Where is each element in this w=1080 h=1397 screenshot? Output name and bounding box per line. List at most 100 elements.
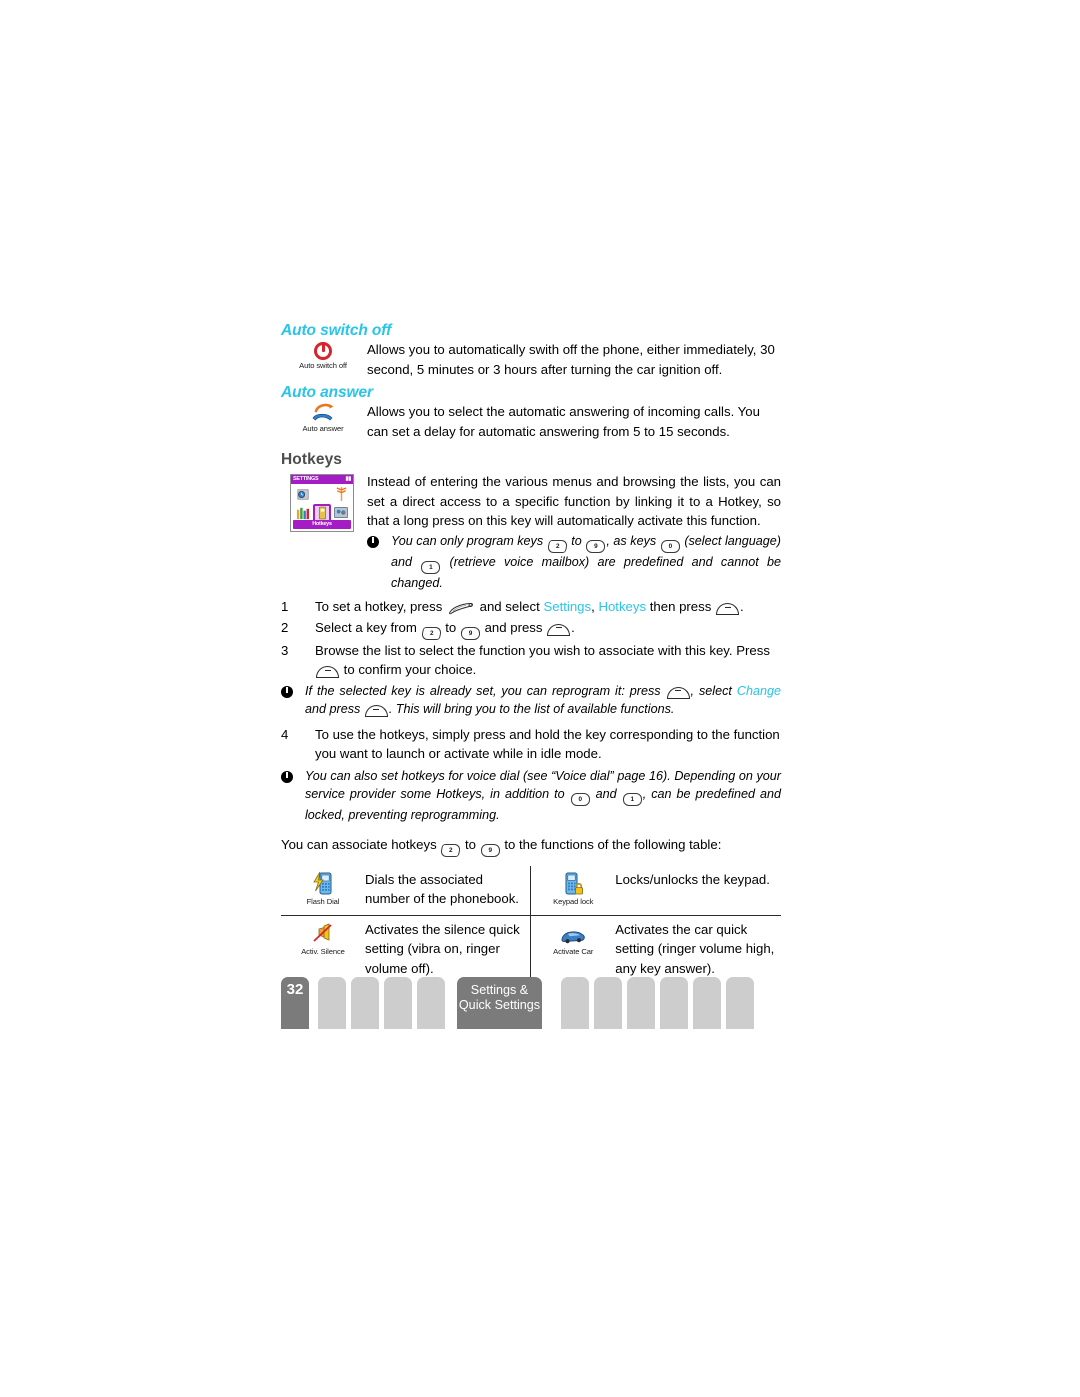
step-2-number: 2 bbox=[281, 619, 289, 635]
step-3-text-a: Browse the list to select the function y… bbox=[315, 642, 770, 658]
hotkeys-body-column: Instead of entering the various menus an… bbox=[367, 472, 781, 592]
footer-tab-2[interactable] bbox=[351, 977, 379, 1029]
auto-answer-body: Allows you to select the automatic answe… bbox=[367, 404, 760, 439]
table-intro-text-b: to bbox=[465, 836, 477, 852]
table-row: Activ. Silence Activates the silence qui… bbox=[281, 915, 781, 984]
activate-car-icon-cell: Activate Car bbox=[530, 915, 616, 984]
footer-tab-8[interactable] bbox=[627, 977, 655, 1029]
auto-answer-icon-cell: Auto answer bbox=[287, 402, 359, 433]
phone-screenshot-titlebar: SETTINGS ▮▮ bbox=[291, 475, 353, 484]
heading-auto-answer: Auto answer bbox=[281, 384, 373, 401]
attention-icon bbox=[281, 685, 293, 704]
note-2-link-change[interactable]: Change bbox=[737, 684, 781, 698]
note-1-text-c: , as keys bbox=[606, 533, 657, 548]
phone-screenshot-menu-grid bbox=[291, 484, 353, 522]
footer-tab-1[interactable] bbox=[318, 977, 346, 1029]
page-number-tab: 32 bbox=[281, 977, 309, 1029]
keypad-lock-caption: Keypad lock bbox=[553, 896, 594, 906]
step-1-text-d: . bbox=[740, 599, 744, 614]
activ-silence-description: Activates the silence quick setting (vib… bbox=[365, 921, 520, 976]
note-1-text-a: You can only program keys bbox=[391, 533, 544, 548]
hotkeys-steps-list-continued: 4 To use the hotkeys, simply press and ho… bbox=[281, 725, 781, 764]
keypad-lock-description: Locks/unlocks the keypad. bbox=[615, 865, 781, 916]
note-1-text-e: (retrieve voice mailbox) are predefined … bbox=[391, 554, 781, 590]
power-icon bbox=[314, 342, 332, 360]
heading-hotkeys: Hotkeys bbox=[281, 451, 343, 468]
soft-key-icon bbox=[666, 686, 690, 699]
keypad-lock-icon bbox=[531, 870, 615, 896]
key-9-icon: 9 bbox=[586, 539, 606, 553]
step-1-link-hotkeys[interactable]: Hotkeys bbox=[598, 599, 646, 614]
attention-icon bbox=[281, 770, 293, 789]
activ-silence-caption: Activ. Silence bbox=[301, 946, 345, 956]
step-1-text-a: To set a hotkey, press bbox=[315, 599, 443, 614]
hotkeys-note-1: You can only program keys 2 to 9, as key… bbox=[367, 532, 781, 593]
menu-key-icon bbox=[448, 601, 474, 615]
activate-car-description: Activates the car quick setting (ringer … bbox=[615, 921, 775, 976]
auto-answer-icon-caption: Auto answer bbox=[302, 424, 344, 433]
step-4-number: 4 bbox=[281, 726, 289, 742]
flash-dial-caption: Flash Dial bbox=[306, 896, 340, 906]
note-1-text-b: to bbox=[571, 533, 582, 548]
auto-switch-off-icon-caption: Auto switch off bbox=[299, 361, 347, 370]
key-2-icon: 2 bbox=[420, 626, 442, 640]
key-2-icon: 2 bbox=[546, 539, 569, 553]
activ-silence-icon-cell: Activ. Silence bbox=[281, 915, 365, 984]
step-4-text-a: To use the hotkeys, simply press and hol… bbox=[315, 726, 780, 762]
note-2-text-c: and press bbox=[305, 702, 361, 716]
car-icon bbox=[531, 920, 615, 946]
footer-tab-6[interactable] bbox=[561, 977, 589, 1029]
footer-tab-7[interactable] bbox=[594, 977, 622, 1029]
hotkeys-note-3: You can also set hotkeys for voice dial … bbox=[281, 767, 781, 825]
step-3: 3 Browse the list to select the function … bbox=[281, 641, 781, 680]
block-hotkeys: SETTINGS ▮▮ Hotkeys Instead of entering … bbox=[281, 472, 781, 592]
phone-screenshot-title: SETTINGS bbox=[293, 476, 319, 482]
table-row: Flash Dial Dials the associated number o… bbox=[281, 865, 781, 916]
auto-switch-off-body: Allows you to automatically swith off th… bbox=[367, 342, 775, 377]
note-3-text-b: and bbox=[595, 787, 617, 801]
step-4: 4 To use the hotkeys, simply press and ho… bbox=[281, 725, 781, 764]
keypad-lock-icon-cell: Keypad lock bbox=[530, 865, 616, 916]
activate-car-caption: Activate Car bbox=[553, 946, 594, 956]
step-3-number: 3 bbox=[281, 642, 289, 658]
step-3-text-b: to confirm your choice. bbox=[343, 662, 477, 677]
page-content: Auto switch off Auto switch off Allows y… bbox=[281, 322, 781, 984]
menu-icon-tree bbox=[332, 486, 350, 503]
soft-key-icon bbox=[547, 623, 571, 636]
page-number: 32 bbox=[286, 981, 304, 998]
step-2-text-b: to bbox=[445, 619, 457, 635]
hotkeys-steps-list: 1 To set a hotkey, press and select Setti… bbox=[281, 597, 781, 680]
menu-icon-spacer bbox=[313, 486, 331, 503]
step-1-link-settings[interactable]: Settings bbox=[543, 599, 591, 614]
footer-tab-10[interactable] bbox=[693, 977, 721, 1029]
flash-dial-description: Dials the associated number of the phone… bbox=[365, 865, 531, 916]
heading-auto-switch-off: Auto switch off bbox=[281, 322, 392, 339]
step-1-comma: , bbox=[591, 599, 595, 614]
phone-screenshot-footer-label: Hotkeys bbox=[293, 520, 351, 529]
flash-dial-icon-cell: Flash Dial bbox=[281, 865, 365, 916]
step-1-number: 1 bbox=[281, 599, 289, 614]
key-9-icon: 9 bbox=[460, 626, 480, 640]
footer-tab-4[interactable] bbox=[417, 977, 445, 1029]
silence-icon bbox=[281, 920, 365, 946]
note-2-text-b: , select bbox=[690, 683, 732, 698]
step-2-text-a: Select a key from bbox=[315, 619, 417, 635]
soft-key-icon bbox=[716, 603, 740, 615]
soft-key-icon bbox=[364, 705, 388, 717]
step-1: 1 To set a hotkey, press and select Setti… bbox=[281, 597, 781, 617]
footer-tab-9[interactable] bbox=[660, 977, 688, 1029]
footer-tab-3[interactable] bbox=[384, 977, 412, 1029]
page-footer-tabs: 32 Settings & Quick Settings bbox=[281, 977, 781, 1033]
key-1-icon: 1 bbox=[421, 560, 441, 574]
footer-tab-11[interactable] bbox=[726, 977, 754, 1029]
step-1-text-b: and select bbox=[479, 599, 540, 614]
block-auto-switch-off: Auto switch off Allows you to automatica… bbox=[281, 340, 781, 382]
note-2-text-a: If the selected key is already set, you … bbox=[305, 683, 661, 698]
hotkeys-note-2: If the selected key is already set, you … bbox=[281, 682, 781, 719]
menu-icon-clock bbox=[294, 486, 312, 503]
auto-answer-icon bbox=[308, 403, 338, 423]
step-1-text-c: then press bbox=[649, 599, 712, 614]
soft-key-icon bbox=[316, 666, 339, 678]
footer-tab-active-settings-quick-settings[interactable]: Settings & Quick Settings bbox=[457, 977, 542, 1029]
table-intro-paragraph: You can associate hotkeys 2 to 9 to the … bbox=[281, 835, 781, 857]
